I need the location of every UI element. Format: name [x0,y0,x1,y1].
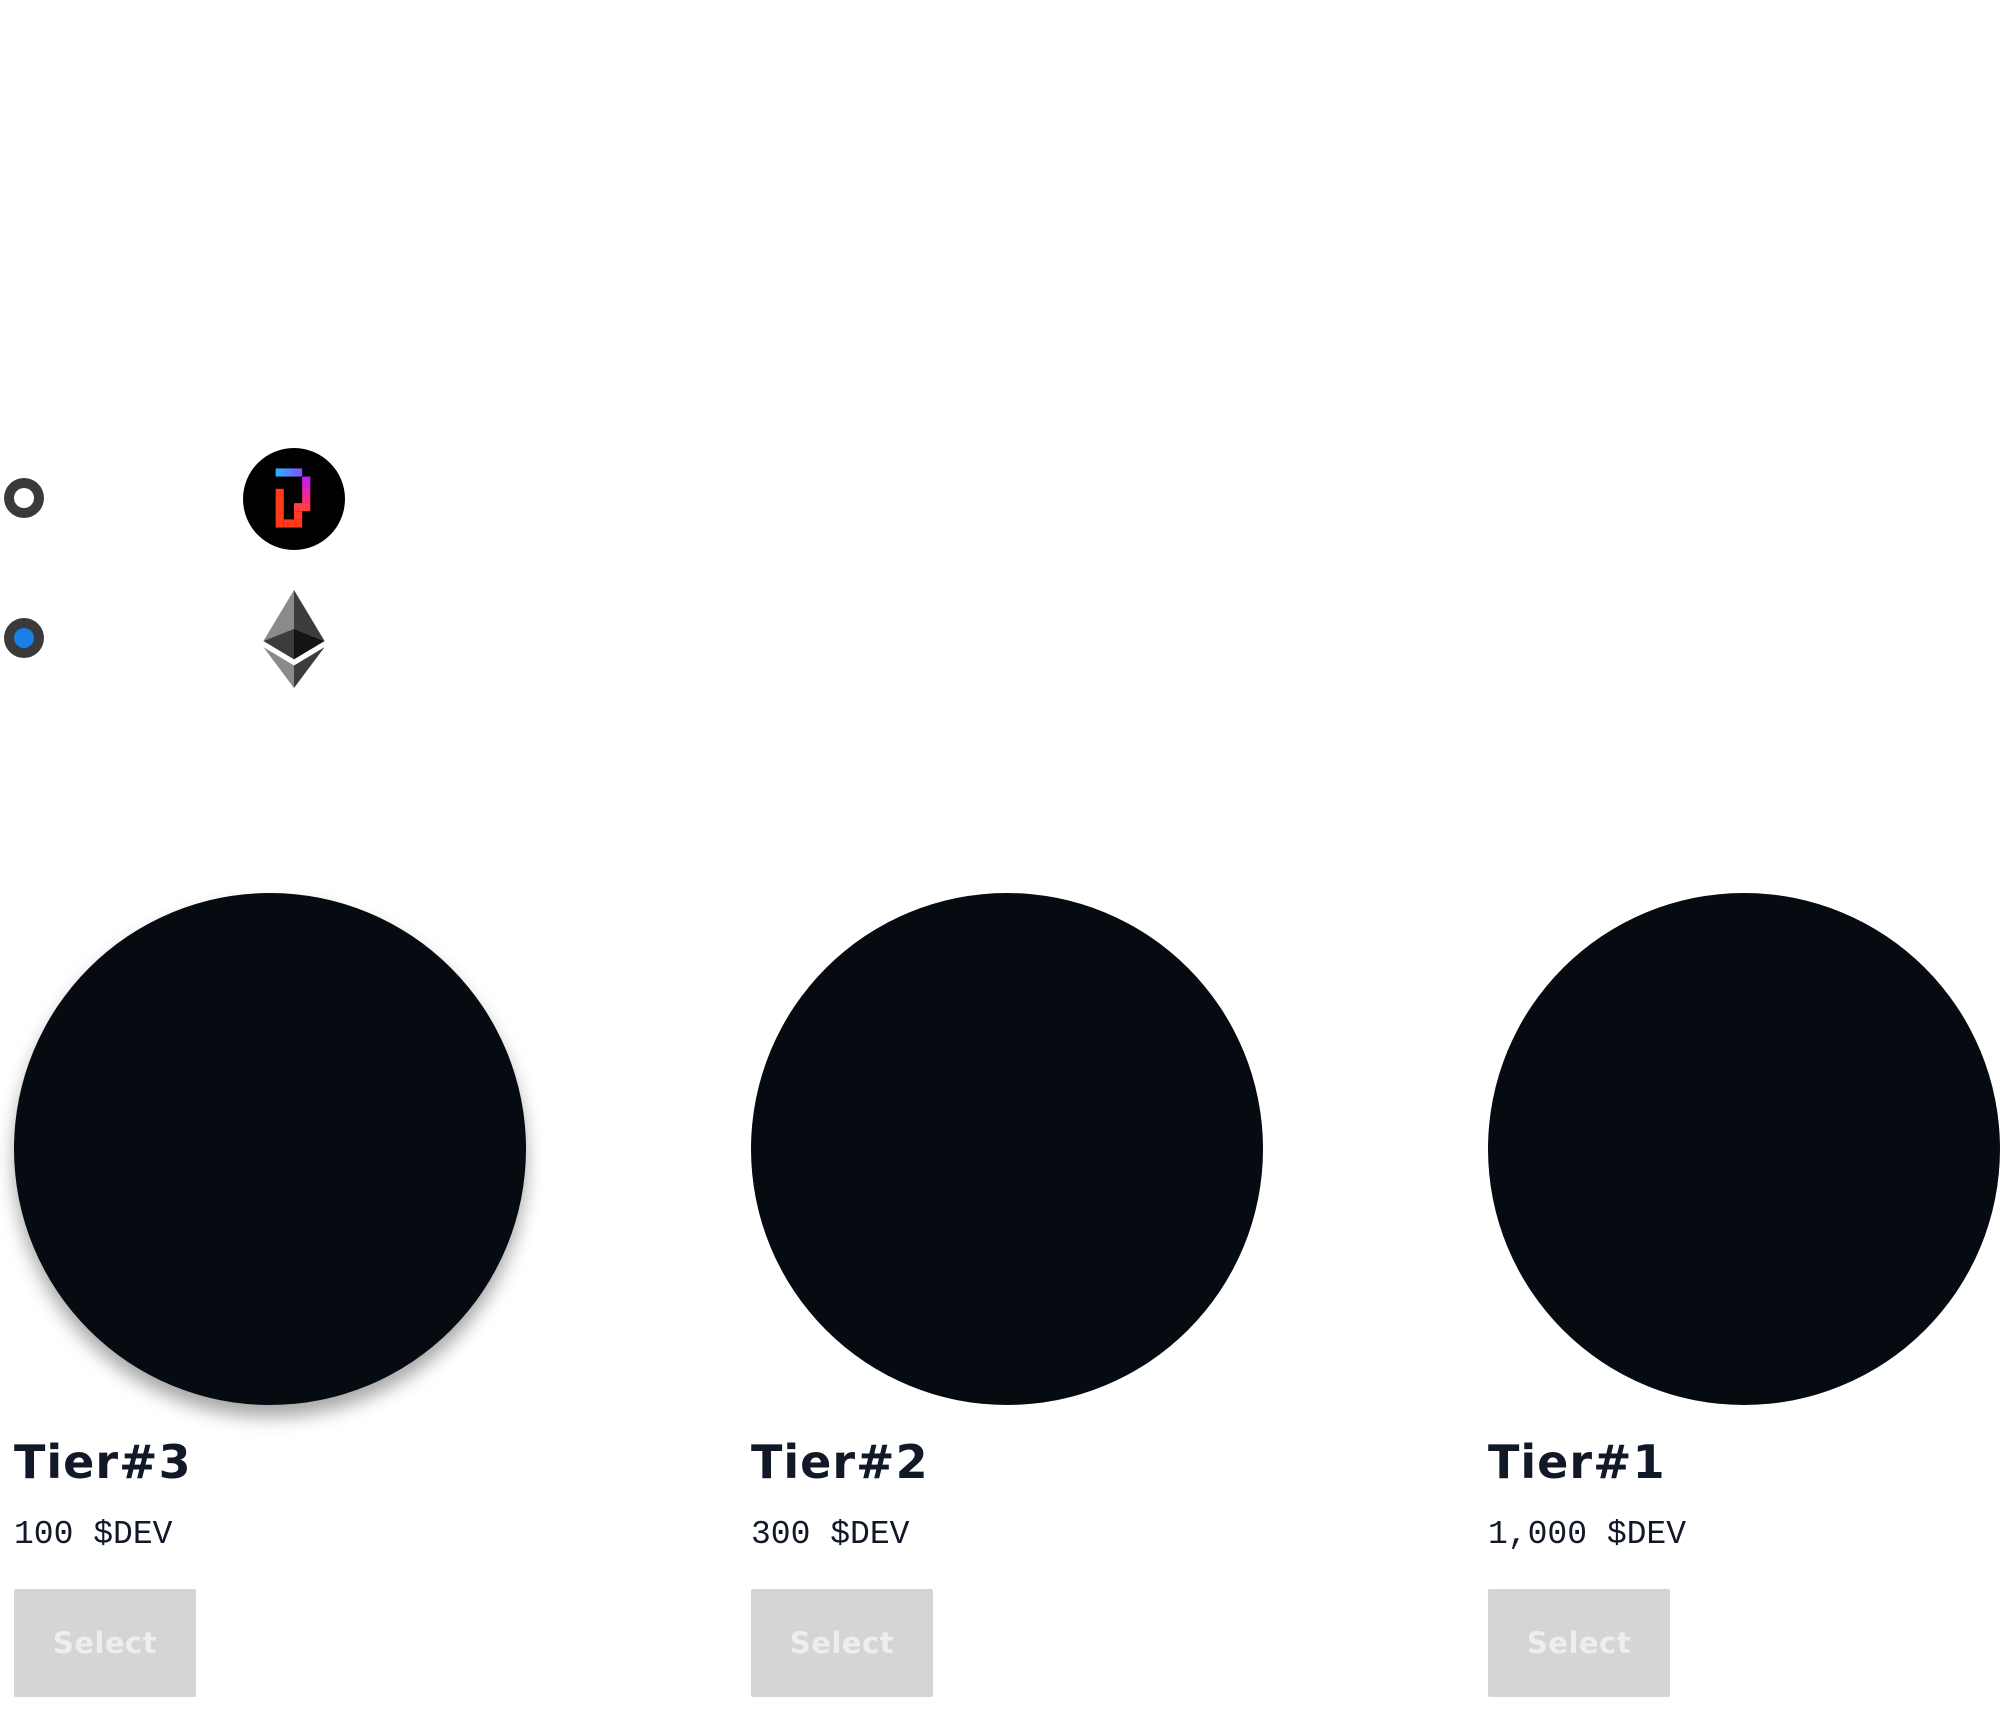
currency-option-eth[interactable] [0,583,360,693]
tier-price: 100 $DEV [14,1516,173,1553]
tier-price: 1,000 $DEV [1488,1516,1687,1553]
radio-dot [14,628,34,648]
radio-dot [14,488,34,508]
currency-option-dev[interactable] [0,443,360,553]
tier-card-3: Tier#3 100 $DEV Select [14,893,534,1697]
radio-eth[interactable] [4,618,44,658]
tier-image [14,893,526,1405]
tier-name: Tier#1 [1488,1435,1666,1489]
tier-card-2: Tier#2 300 $DEV Select [751,893,1271,1697]
tier-name: Tier#2 [751,1435,929,1489]
select-tier-3-button[interactable]: Select [14,1589,196,1697]
tier-image [751,893,1263,1405]
tier-name: Tier#3 [14,1435,192,1489]
ethereum-logo-icon [243,588,345,690]
tier-price: 300 $DEV [751,1516,910,1553]
tier-card-1: Tier#1 1,000 $DEV Select [1488,893,2000,1697]
select-tier-1-button[interactable]: Select [1488,1589,1670,1697]
select-tier-2-button[interactable]: Select [751,1589,933,1697]
tier-image [1488,893,2000,1405]
radio-dev[interactable] [4,478,44,518]
dev-token-logo-icon [243,448,345,550]
